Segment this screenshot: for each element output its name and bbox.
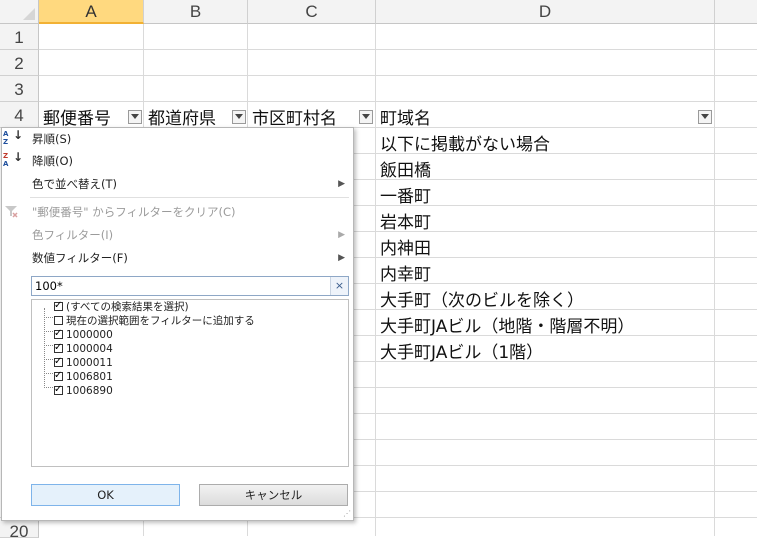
cancel-button[interactable]: キャンセル [199, 484, 348, 506]
column-header-a[interactable]: A [39, 0, 144, 24]
list-item[interactable]: 1006801 [54, 369, 113, 384]
row-header-20[interactable]: 20 [0, 518, 39, 541]
column-header-b[interactable]: B [144, 0, 248, 24]
checkbox[interactable] [54, 341, 63, 355]
cell-d[interactable]: 内幸町 [380, 260, 431, 285]
submenu-arrow-icon: ▶ [338, 230, 345, 240]
menu-sort-ascending[interactable]: 昇順(S) [32, 129, 71, 149]
filter-dropdown-a[interactable] [128, 110, 142, 124]
row-header-2[interactable]: 2 [0, 50, 39, 76]
chevron-down-icon [131, 114, 139, 119]
menu-separator [30, 197, 349, 198]
menu-color-filter: 色フィルター(I) [32, 228, 114, 242]
list-item-select-all[interactable]: (すべての検索結果を選択) [54, 299, 189, 314]
row-header-4[interactable]: 4 [0, 102, 39, 128]
checkbox[interactable] [54, 383, 63, 397]
search-value: 100* [35, 279, 63, 293]
ok-button[interactable]: OK [31, 484, 180, 506]
column-header-d[interactable]: D [376, 0, 715, 24]
header-cell-postal[interactable]: 郵便番号 [43, 104, 111, 129]
clear-filter-icon [4, 204, 18, 218]
cell-d[interactable]: 岩本町 [380, 208, 431, 233]
checkbox[interactable] [54, 316, 63, 325]
submenu-arrow-icon: ▶ [338, 179, 345, 189]
cell-d[interactable]: 大手町JAビル（1階） [380, 338, 543, 363]
checkbox[interactable] [54, 355, 63, 369]
menu-number-filter[interactable]: 数値フィルター(F) [32, 248, 128, 268]
submenu-arrow-icon: ▶ [338, 253, 345, 263]
chevron-down-icon [362, 114, 370, 119]
list-item[interactable]: 1000004 [54, 341, 113, 356]
header-cell-town[interactable]: 町域名 [380, 104, 431, 129]
cell-d[interactable]: 大手町JAビル（地階・階層不明） [380, 312, 634, 337]
header-cell-city[interactable]: 市区町村名 [252, 104, 337, 129]
resize-grip-icon[interactable]: ⋰ [343, 509, 351, 518]
chevron-down-icon [701, 114, 709, 119]
clear-search-icon[interactable]: × [330, 277, 348, 295]
select-all-corner[interactable] [0, 0, 39, 24]
menu-clear-filter: "郵便番号" からフィルターをクリア(C) [32, 205, 236, 219]
checkbox[interactable] [54, 369, 63, 383]
cell-d[interactable]: 大手町（次のビルを除く） [380, 286, 584, 311]
cell-d[interactable]: 飯田橋 [380, 156, 431, 181]
checkbox[interactable] [54, 327, 63, 341]
list-item[interactable]: 1000000 [54, 327, 113, 342]
filter-dropdown-d[interactable] [698, 110, 712, 124]
row-header-1[interactable]: 1 [0, 24, 39, 50]
filter-dropdown-c[interactable] [359, 110, 373, 124]
filter-dropdown-b[interactable] [232, 110, 246, 124]
autofilter-panel: A Z ↓ 昇順(S) Z A ↓ 降順(O) 色で並べ替え(T) ▶ "郵便番号" か… [1, 127, 354, 521]
cell-d[interactable]: 以下に掲載がない場合 [380, 130, 550, 155]
sort-ascending-icon: A Z ↓ [3, 128, 24, 146]
filter-value-list[interactable]: (すべての検索結果を選択) 現在の選択範囲をフィルターに追加する 1000000… [31, 299, 349, 467]
header-cell-prefecture[interactable]: 都道府県 [148, 104, 216, 129]
column-header-e[interactable] [715, 0, 757, 24]
list-item[interactable]: 1006890 [54, 383, 113, 398]
cell-d[interactable]: 一番町 [380, 182, 431, 207]
search-input[interactable]: 100* × [31, 276, 349, 296]
checkbox[interactable] [54, 299, 63, 313]
menu-sort-by-color[interactable]: 色で並べ替え(T) [32, 174, 117, 194]
list-item-add-to-filter[interactable]: 現在の選択範囲をフィルターに追加する [54, 314, 255, 328]
list-item[interactable]: 1000011 [54, 355, 113, 370]
column-header-c[interactable]: C [248, 0, 376, 24]
chevron-down-icon [235, 114, 243, 119]
row-header-3[interactable]: 3 [0, 76, 39, 102]
sort-descending-icon: Z A ↓ [3, 150, 24, 168]
tree-line [44, 308, 46, 388]
menu-sort-descending[interactable]: 降順(O) [32, 151, 73, 171]
cell-d[interactable]: 内神田 [380, 234, 431, 259]
